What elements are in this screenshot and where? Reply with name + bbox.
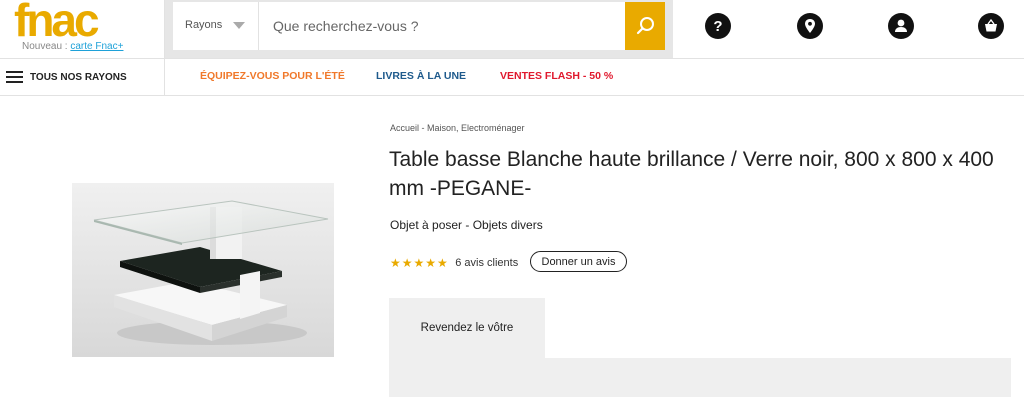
fnac-logo[interactable]: fnac — [14, 0, 100, 43]
search-input[interactable] — [259, 2, 625, 50]
category-select-label: Rayons — [185, 19, 223, 31]
search-bar-container: Rayons — [165, 0, 673, 58]
logo-tagline: Nouveau : carte Fnac+ — [22, 41, 123, 52]
product-image[interactable] — [72, 183, 334, 357]
tab-panel — [389, 358, 1011, 397]
basket-button[interactable] — [978, 13, 1004, 39]
main-nav: TOUS NOS RAYONS ÉQUIPEZ-VOUS POUR L'ÉTÉ … — [0, 58, 1024, 96]
hamburger-icon — [6, 71, 23, 83]
chevron-down-icon — [233, 22, 245, 29]
fnac-plus-card-link[interactable]: carte Fnac+ — [70, 41, 123, 52]
nav-link-books[interactable]: LIVRES À LA UNE — [376, 70, 466, 82]
breadcrumb[interactable]: Accueil - Maison, Electroménager — [390, 123, 525, 133]
all-departments-label: TOUS NOS RAYONS — [30, 72, 127, 83]
search-bar: Rayons — [173, 2, 665, 50]
all-departments-menu[interactable]: TOUS NOS RAYONS — [0, 59, 165, 95]
search-icon — [636, 17, 654, 35]
rating-stars-icon: ★★★★★ — [390, 255, 449, 270]
help-button[interactable]: ? — [705, 13, 731, 39]
write-review-button[interactable]: Donner un avis — [530, 251, 627, 272]
svg-text:?: ? — [713, 18, 722, 35]
account-icon — [895, 19, 907, 32]
site-header: fnac Nouveau : carte Fnac+ Rayons ? — [0, 0, 1024, 58]
logo-tagline-prefix: Nouveau : — [22, 41, 71, 52]
product-photo-illustration — [72, 183, 334, 357]
product-category[interactable]: Objet à poser - Objets divers — [390, 218, 543, 232]
category-select[interactable]: Rayons — [173, 2, 259, 50]
account-button[interactable] — [888, 13, 914, 39]
store-locator-button[interactable] — [797, 13, 823, 39]
product-rating[interactable]: ★★★★★ 6 avis clients — [390, 254, 518, 272]
reviews-count[interactable]: 6 avis clients — [455, 257, 518, 269]
nav-link-flash-sales[interactable]: VENTES FLASH - 50 % — [500, 70, 613, 82]
product-title: Table basse Blanche haute brillance / Ve… — [389, 148, 994, 200]
logo-area[interactable]: fnac Nouveau : carte Fnac+ — [0, 0, 165, 58]
location-icon — [805, 19, 815, 33]
tab-resell[interactable]: Revendez le vôtre — [389, 298, 545, 358]
help-icon: ? — [713, 18, 722, 35]
basket-icon — [985, 18, 997, 32]
nav-link-summer[interactable]: ÉQUIPEZ-VOUS POUR L'ÉTÉ — [200, 70, 345, 82]
search-button[interactable] — [625, 2, 665, 50]
